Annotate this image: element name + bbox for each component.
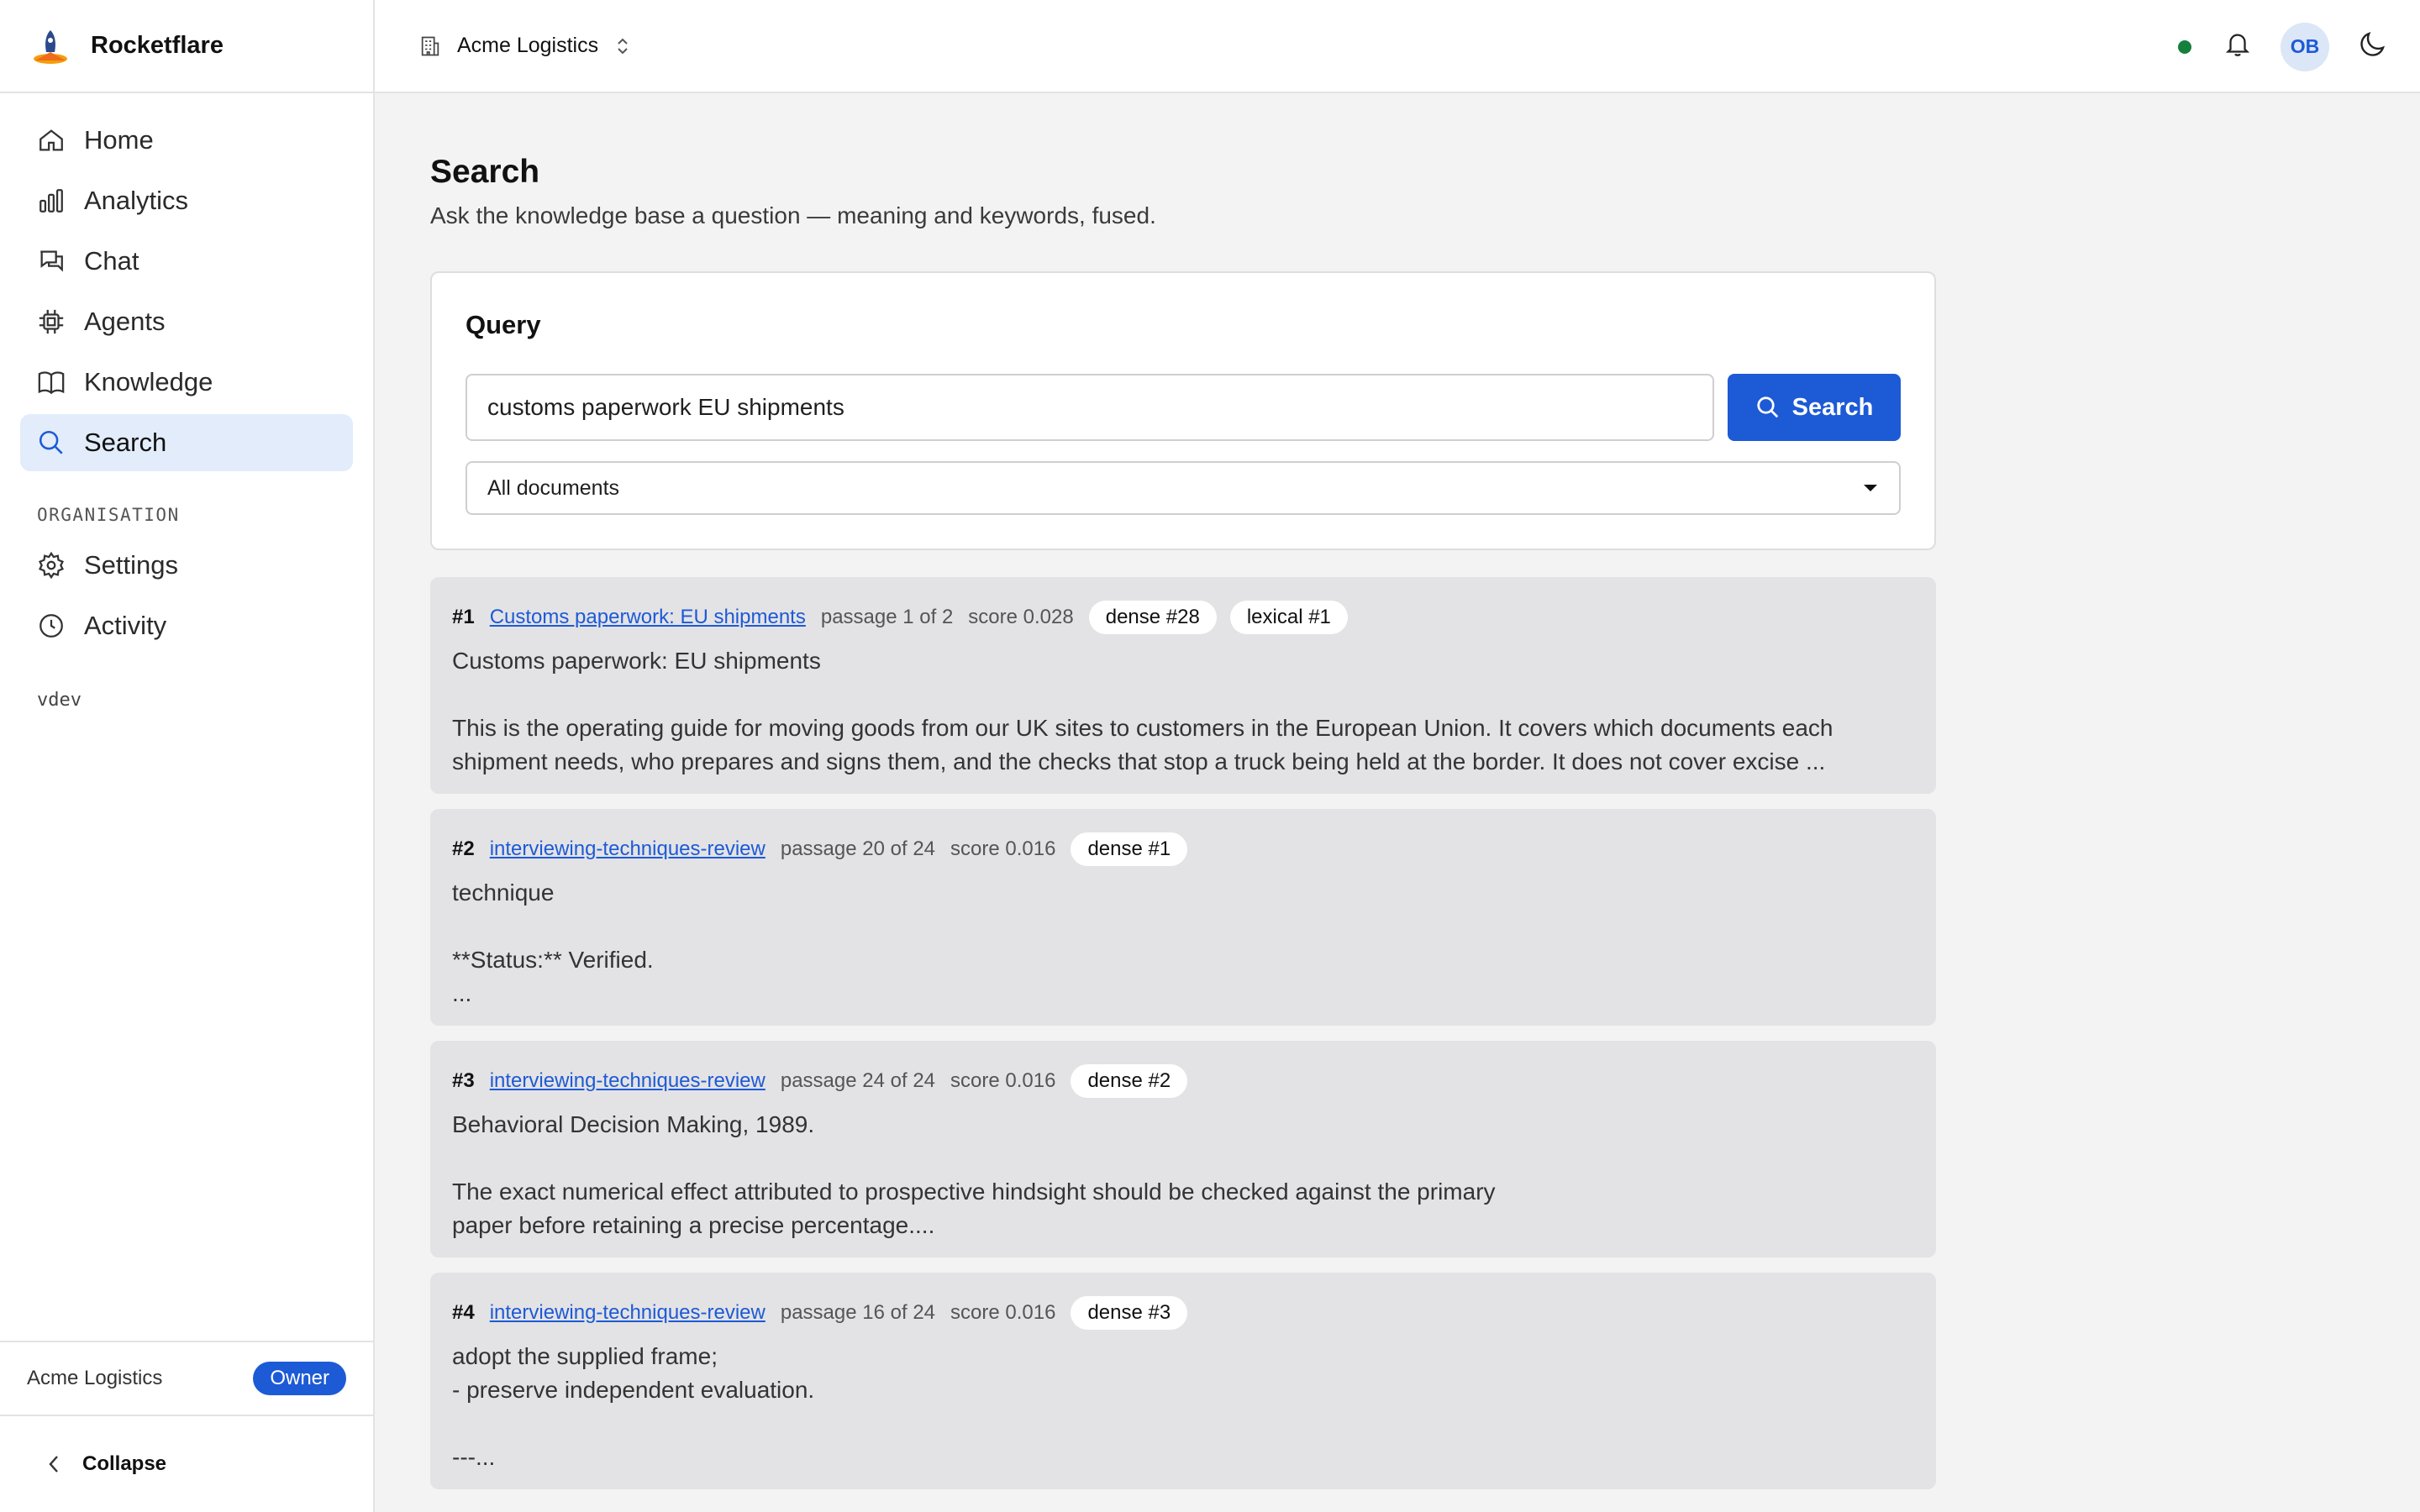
result-document-link[interactable]: interviewing-techniques-review [490, 837, 765, 861]
result-rank: #3 [452, 1069, 475, 1092]
sidebar: Rocketflare Home Analytics Chat Agents K… [0, 0, 375, 1512]
collapse-button[interactable]: Collapse [0, 1416, 373, 1512]
page-title: Search [430, 154, 540, 190]
notifications-bell-icon[interactable] [2223, 29, 2252, 64]
org-row: Acme Logistics Owner [0, 1341, 373, 1416]
rank-chip: dense #28 [1088, 601, 1217, 634]
org-switcher[interactable]: Acme Logistics [418, 34, 630, 59]
rank-chip: dense #3 [1071, 1296, 1188, 1330]
status-indicator [2178, 39, 2191, 54]
rocket-logo-icon [32, 27, 69, 66]
result-score: score 0.016 [950, 1069, 1056, 1092]
sidebar-item-knowledge[interactable]: Knowledge [20, 354, 353, 411]
theme-toggle-moon-icon[interactable] [2358, 29, 2388, 64]
query-card-title: Query [466, 310, 541, 339]
result-snippet: Behavioral Decision Making, 1989. The ex… [452, 1111, 1496, 1238]
building-icon [421, 36, 439, 55]
sidebar-item-label: Home [84, 125, 154, 155]
collapse-label: Collapse [82, 1452, 167, 1475]
sidebar-item-analytics[interactable]: Analytics [20, 172, 353, 229]
app-name: Rocketflare [91, 32, 224, 59]
app-version: vdev [37, 690, 82, 711]
section-label-organisation: ORGANISATION [37, 505, 180, 525]
document-scope-select[interactable]: All documents [466, 461, 1901, 515]
main-content: Search Ask the knowledge base a question… [430, 93, 1936, 1504]
rank-chip: dense #2 [1071, 1064, 1188, 1098]
main-nav: Home Analytics Chat Agents Knowledge Sea… [0, 93, 373, 654]
rank-chip: lexical #1 [1229, 601, 1348, 634]
result-rank: #1 [452, 606, 475, 628]
home-icon [37, 126, 66, 155]
result-passage: passage 16 of 24 [780, 1301, 936, 1324]
result-score: score 0.016 [950, 837, 1056, 860]
org-switcher-label: Acme Logistics [457, 34, 599, 57]
rank-chip: dense #1 [1071, 832, 1188, 866]
sidebar-item-label: Knowledge [84, 367, 213, 396]
sidebar-item-agents[interactable]: Agents [20, 293, 353, 350]
role-badge: Owner [253, 1362, 346, 1395]
results-list: #1 Customs paperwork: EU shipments passa… [430, 577, 1936, 1489]
brand[interactable]: Rocketflare [0, 0, 373, 93]
page-subtitle: Ask the knowledge base a question — mean… [430, 202, 1156, 228]
result-rank: #4 [452, 1301, 475, 1324]
chat-icon [37, 247, 66, 276]
result-header: #2 interviewing-techniques-review passag… [452, 831, 1914, 868]
sidebar-item-label: Settings [84, 550, 179, 580]
result-score: score 0.028 [968, 606, 1074, 628]
avatar[interactable]: OB [2281, 22, 2329, 71]
result-passage: passage 20 of 24 [780, 837, 936, 860]
sidebar-item-activity[interactable]: Activity [20, 597, 353, 654]
result-item: #1 Customs paperwork: EU shipments passa… [430, 577, 1936, 794]
search-icon [37, 428, 66, 457]
result-item: #3 interviewing-techniques-review passag… [430, 1041, 1936, 1257]
result-header: #4 interviewing-techniques-review passag… [452, 1294, 1914, 1331]
caret-down-icon [1864, 485, 1877, 491]
result-passage: passage 24 of 24 [780, 1069, 936, 1092]
sidebar-item-chat[interactable]: Chat [20, 233, 353, 290]
topbar-actions: OB [2178, 0, 2388, 93]
sidebar-item-label: Activity [84, 611, 167, 640]
sidebar-item-settings[interactable]: Settings [20, 537, 353, 594]
result-document-link[interactable]: interviewing-techniques-review [490, 1301, 765, 1325]
result-document-link[interactable]: Customs paperwork: EU shipments [490, 606, 806, 629]
result-item: #4 interviewing-techniques-review passag… [430, 1273, 1936, 1489]
clock-icon [37, 612, 66, 640]
topbar: Acme Logistics OB [375, 0, 2420, 93]
gear-icon [37, 551, 66, 580]
query-row: Search [466, 374, 1901, 441]
book-icon [37, 368, 66, 396]
result-item: #2 interviewing-techniques-review passag… [430, 809, 1936, 1026]
result-snippet: adopt the supplied frame; - preserve ind… [452, 1343, 815, 1470]
result-snippet: technique **Status:** Verified. ... [452, 879, 654, 1006]
result-document-link[interactable]: interviewing-techniques-review [490, 1069, 765, 1093]
sidebar-footer: Acme Logistics Owner Collapse [0, 1341, 373, 1512]
org-name: Acme Logistics [27, 1367, 163, 1389]
sidebar-item-label: Search [84, 428, 167, 457]
result-rank: #2 [452, 837, 475, 860]
search-button-label: Search [1791, 393, 1874, 421]
query-card: Query Search All documents [430, 271, 1936, 550]
search-button[interactable]: Search [1728, 374, 1901, 441]
sidebar-item-label: Agents [84, 307, 166, 336]
chip-icon [37, 307, 66, 336]
sidebar-item-search[interactable]: Search [20, 414, 353, 471]
search-input[interactable] [466, 374, 1714, 441]
result-header: #1 Customs paperwork: EU shipments passa… [452, 599, 1914, 636]
chevron-left-icon [49, 1456, 58, 1473]
search-icon [1757, 396, 1778, 418]
sidebar-item-home[interactable]: Home [20, 112, 353, 169]
chevron-up-down-icon [618, 38, 628, 54]
result-score: score 0.016 [950, 1301, 1056, 1324]
sidebar-item-label: Chat [84, 246, 139, 276]
sidebar-item-label: Analytics [84, 186, 189, 215]
result-passage: passage 1 of 2 [820, 606, 954, 628]
analytics-icon [37, 186, 66, 215]
document-scope-value: All documents [487, 475, 620, 500]
result-snippet: Customs paperwork: EU shipments This is … [452, 648, 1833, 774]
result-header: #3 interviewing-techniques-review passag… [452, 1063, 1914, 1100]
